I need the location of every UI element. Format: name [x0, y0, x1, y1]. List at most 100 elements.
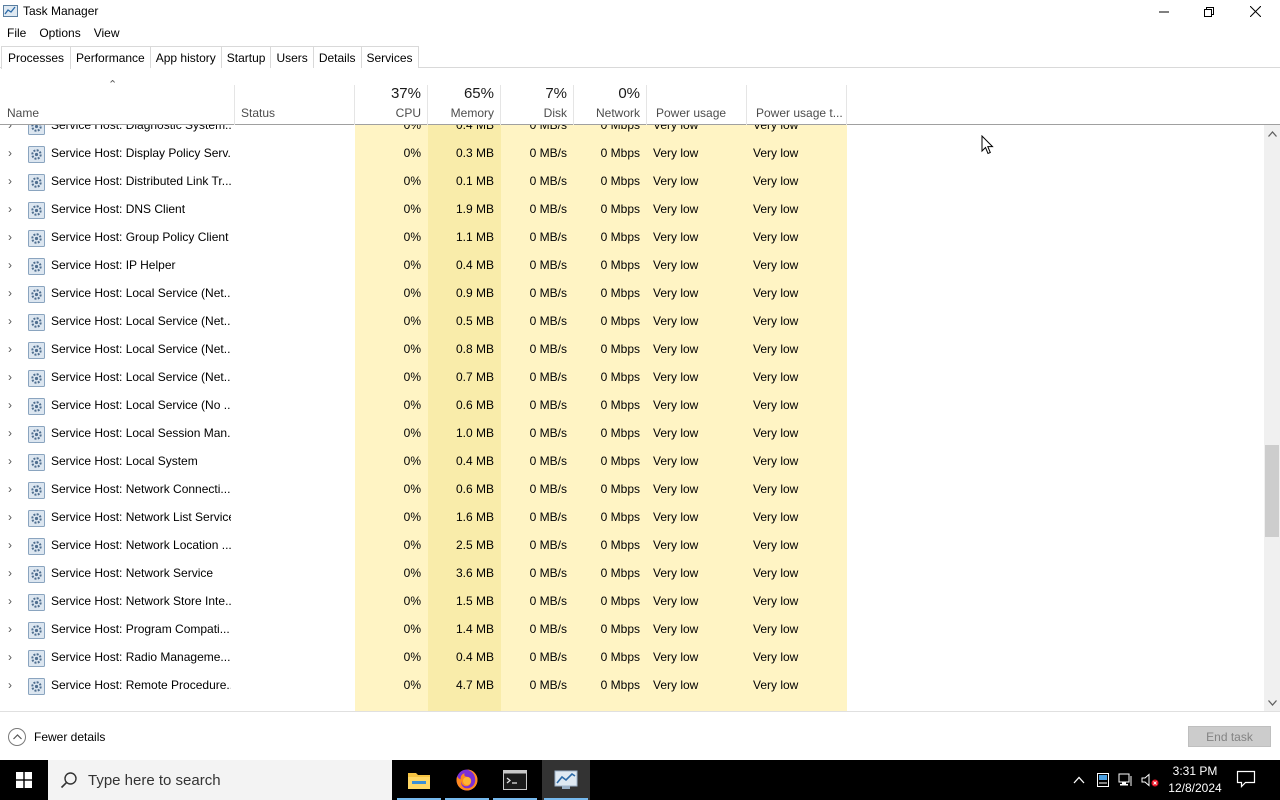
- scroll-down-button[interactable]: [1264, 694, 1280, 711]
- tab-details[interactable]: Details: [312, 46, 362, 68]
- expand-chevron-icon[interactable]: ›: [8, 678, 12, 692]
- tray-network-icon[interactable]: [1115, 760, 1137, 800]
- expand-chevron-icon[interactable]: ›: [8, 342, 12, 356]
- column-name[interactable]: ⌃ Name: [0, 79, 235, 125]
- taskbar-task-manager[interactable]: [542, 760, 590, 800]
- tab-startup[interactable]: Startup: [220, 46, 272, 68]
- close-button[interactable]: [1232, 0, 1278, 23]
- menu-view[interactable]: View: [87, 24, 126, 42]
- process-power-usage: Very low: [653, 510, 699, 524]
- expand-chevron-icon[interactable]: ›: [8, 174, 12, 188]
- menu-options[interactable]: Options: [32, 24, 86, 42]
- column-disk[interactable]: 7% Disk: [501, 85, 574, 125]
- expand-chevron-icon[interactable]: ›: [8, 146, 12, 160]
- process-table[interactable]: › Service Host: Diagnostic System... 0% …: [0, 125, 1264, 711]
- process-power-trend: Very low: [753, 202, 799, 216]
- menu-file[interactable]: File: [0, 24, 32, 42]
- action-center-button[interactable]: [1236, 770, 1258, 790]
- column-status[interactable]: Status: [235, 85, 355, 125]
- table-row[interactable]: › Service Host: Diagnostic System... 0% …: [0, 125, 1264, 140]
- title-bar[interactable]: Task Manager: [0, 0, 1280, 23]
- scroll-up-button[interactable]: [1264, 125, 1280, 142]
- expand-chevron-icon[interactable]: ›: [8, 650, 12, 664]
- minimize-button[interactable]: [1141, 0, 1187, 23]
- expand-chevron-icon[interactable]: ›: [8, 202, 12, 216]
- process-cpu: 0%: [403, 510, 421, 524]
- process-memory: 0.9 MB: [455, 286, 494, 300]
- taskbar-clock[interactable]: 3:31 PM 12/8/2024: [1160, 763, 1230, 797]
- process-power-trend: Very low: [753, 510, 799, 524]
- table-row[interactable]: › Service Host: Network Service 0% 3.6 M…: [0, 560, 1264, 588]
- column-power-usage[interactable]: Power usage: [647, 85, 747, 125]
- process-name: Service Host: Display Policy Serv...: [51, 146, 231, 160]
- expand-chevron-icon[interactable]: ›: [8, 398, 12, 412]
- table-row[interactable]: › Service Host: Local Session Man... 0% …: [0, 420, 1264, 448]
- scrollbar-thumb[interactable]: [1265, 445, 1279, 537]
- end-task-button[interactable]: End task: [1188, 726, 1271, 747]
- taskbar-search[interactable]: Type here to search: [48, 760, 392, 800]
- table-row[interactable]: › Service Host: DNS Client 0% 1.9 MB 0 M…: [0, 196, 1264, 224]
- expand-chevron-icon[interactable]: ›: [8, 454, 12, 468]
- show-hidden-icons-button[interactable]: [1068, 760, 1090, 800]
- table-row[interactable]: › Service Host: Program Compati... 0% 1.…: [0, 616, 1264, 644]
- column-network[interactable]: 0% Network: [574, 85, 647, 125]
- table-row[interactable]: › Service Host: Network Location ... 0% …: [0, 532, 1264, 560]
- fewer-details-link[interactable]: Fewer details: [34, 730, 105, 744]
- table-row[interactable]: › Service Host: Local Service (Net... 0%…: [0, 336, 1264, 364]
- table-row[interactable]: › Service Host: Group Policy Client 0% 1…: [0, 224, 1264, 252]
- tray-device-icon[interactable]: [1092, 760, 1114, 800]
- expand-chevron-icon[interactable]: ›: [8, 622, 12, 636]
- chevron-up-circle-icon[interactable]: [8, 728, 26, 746]
- expand-chevron-icon[interactable]: ›: [8, 566, 12, 580]
- tab-processes[interactable]: Processes: [1, 46, 72, 69]
- expand-chevron-icon[interactable]: ›: [8, 314, 12, 328]
- column-status-label: Status: [241, 106, 276, 120]
- column-power-usage-trend[interactable]: Power usage t...: [747, 85, 847, 125]
- restore-button[interactable]: [1186, 0, 1232, 23]
- vertical-scrollbar[interactable]: [1264, 125, 1280, 711]
- table-row[interactable]: › Service Host: Network Store Inte... 0%…: [0, 588, 1264, 616]
- tab-users[interactable]: Users: [270, 46, 314, 68]
- firefox-icon: [456, 769, 478, 791]
- process-cpu: 0%: [403, 146, 421, 160]
- process-name: Service Host: Local Service (Net...: [51, 342, 231, 356]
- tab-performance[interactable]: Performance: [70, 46, 151, 68]
- expand-chevron-icon[interactable]: ›: [8, 125, 12, 132]
- expand-chevron-icon[interactable]: ›: [8, 482, 12, 496]
- table-row[interactable]: › Service Host: Local Service (Net... 0%…: [0, 308, 1264, 336]
- table-row[interactable]: › Service Host: Network Connecti... 0% 0…: [0, 476, 1264, 504]
- taskbar-terminal[interactable]: [491, 760, 539, 800]
- table-row[interactable]: › Service Host: Local Service (Net... 0%…: [0, 364, 1264, 392]
- expand-chevron-icon[interactable]: ›: [8, 538, 12, 552]
- service-gear-icon: [28, 510, 45, 527]
- start-button[interactable]: [0, 760, 48, 800]
- column-cpu[interactable]: 37% CPU: [355, 85, 428, 125]
- expand-chevron-icon[interactable]: ›: [8, 510, 12, 524]
- table-row[interactable]: › Service Host: Display Policy Serv... 0…: [0, 140, 1264, 168]
- table-row[interactable]: › Service Host: Distributed Link Tr... 0…: [0, 168, 1264, 196]
- column-memory[interactable]: 65% Memory: [428, 85, 501, 125]
- table-row[interactable]: › Service Host: Local System 0% 0.4 MB 0…: [0, 448, 1264, 476]
- table-row[interactable]: › Service Host: Network List Service 0% …: [0, 504, 1264, 532]
- taskbar-file-explorer[interactable]: [395, 760, 443, 800]
- column-network-label: Network: [595, 106, 640, 120]
- process-network: 0 Mbps: [600, 510, 640, 524]
- table-row[interactable]: › Service Host: Radio Manageme... 0% 0.4…: [0, 644, 1264, 672]
- taskbar-firefox[interactable]: [443, 760, 491, 800]
- tab-app-history[interactable]: App history: [149, 46, 222, 68]
- table-row[interactable]: › Service Host: Local Service (Net... 0%…: [0, 280, 1264, 308]
- tray-volume-icon[interactable]: [1139, 760, 1161, 800]
- service-gear-icon: [28, 286, 45, 303]
- expand-chevron-icon[interactable]: ›: [8, 426, 12, 440]
- tab-services[interactable]: Services: [360, 46, 419, 68]
- table-row[interactable]: › Service Host: Local Service (No ... 0%…: [0, 392, 1264, 420]
- table-row[interactable]: › Service Host: IP Helper 0% 0.4 MB 0 MB…: [0, 252, 1264, 280]
- service-gear-icon: [28, 398, 45, 415]
- expand-chevron-icon[interactable]: ›: [8, 230, 12, 244]
- expand-chevron-icon[interactable]: ›: [8, 594, 12, 608]
- expand-chevron-icon[interactable]: ›: [8, 258, 12, 272]
- table-row[interactable]: › Service Host: Remote Procedure... 0% 4…: [0, 672, 1264, 700]
- process-power-usage: Very low: [653, 174, 699, 188]
- expand-chevron-icon[interactable]: ›: [8, 370, 12, 384]
- expand-chevron-icon[interactable]: ›: [8, 286, 12, 300]
